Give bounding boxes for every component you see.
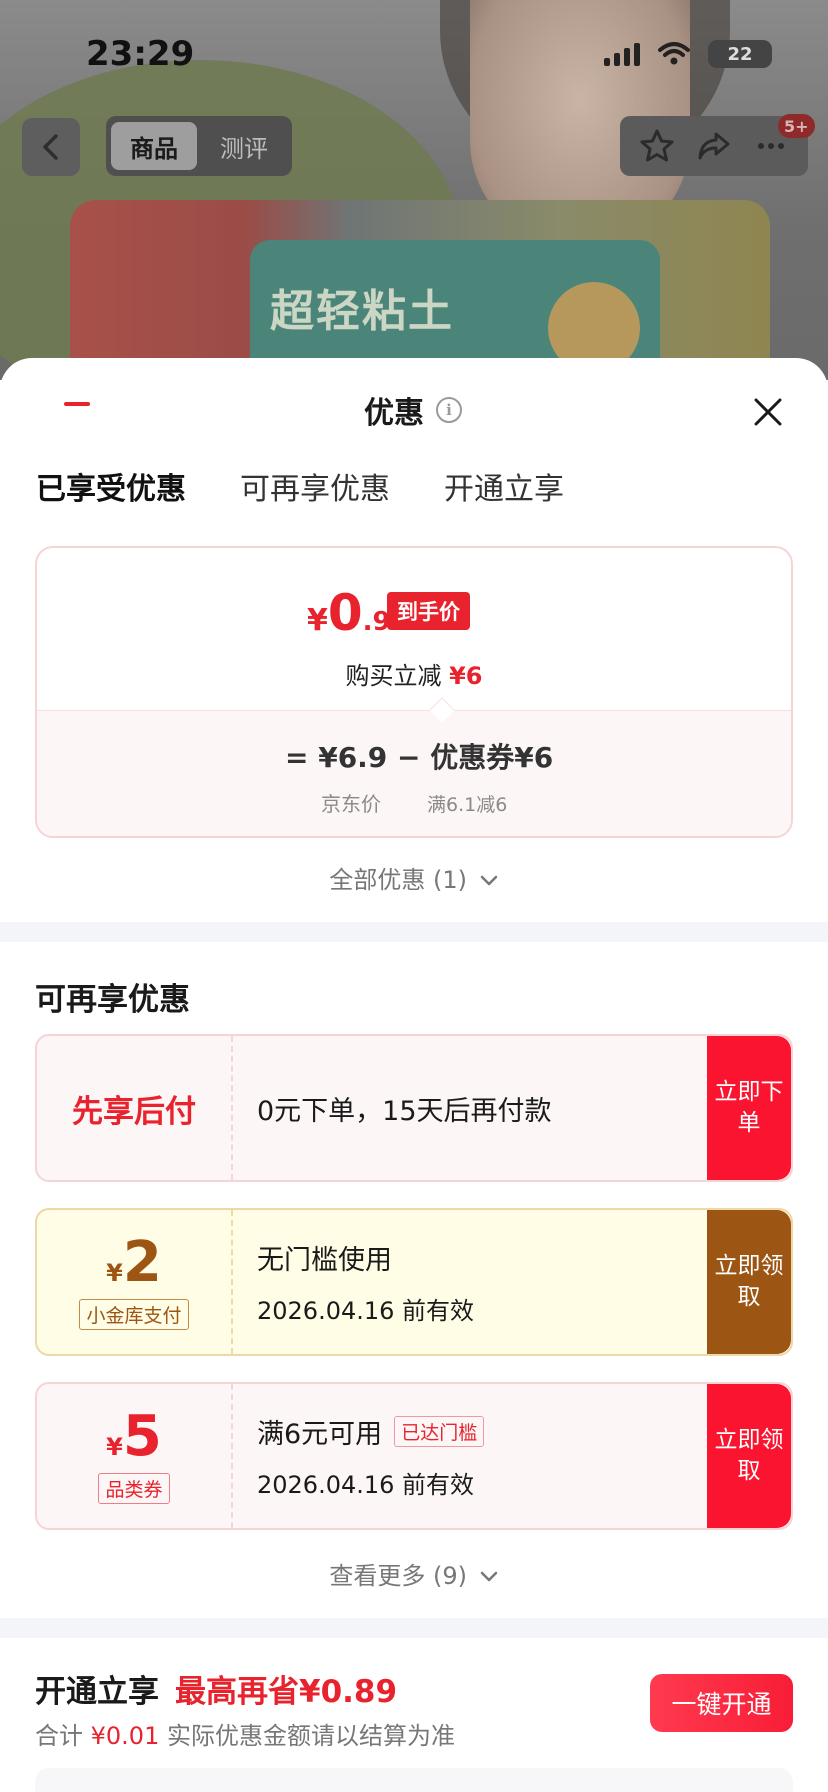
wifi-icon (658, 42, 690, 65)
coupon-type-tag: 小金库支付 (79, 1298, 189, 1330)
close-icon[interactable] (750, 394, 786, 430)
threshold-met-tag: 已达门槛 (394, 1416, 485, 1447)
order-now-button[interactable]: 立即下单 (707, 1036, 791, 1180)
all-offers-toggle[interactable]: 全部优惠 (1) (0, 860, 828, 895)
segment-product[interactable]: 商品 (111, 122, 197, 170)
coupon-expiry: 2026.04.16 前有效 (257, 1471, 475, 1499)
coupon-divider (231, 1036, 233, 1180)
more-offers-title: 可再享优惠 (35, 982, 190, 1018)
total-label: 合计 (35, 1722, 83, 1750)
product-image-area: 超轻粘土 23:29 22 商品 测评 5+ (0, 0, 828, 380)
settlement-note: 实际优惠金额请以结算为准 (167, 1722, 455, 1750)
status-time: 23:29 (86, 34, 195, 74)
jd-price-label: 京东价 (321, 792, 381, 816)
price-formula: = ¥6.9 − 优惠券¥6 (285, 741, 554, 774)
tab-more-offers[interactable]: 可再享优惠 (240, 464, 390, 508)
product-title-art: 超轻粘土 (270, 286, 454, 337)
coupon-value: 5 (122, 1403, 162, 1469)
open-section-header: 开通立享 最高再省¥0.89 (35, 1666, 397, 1711)
coupon-amount: ¥ 5 (106, 1403, 162, 1469)
coupon-details: 无门槛使用 2026.04.16 前有效 (257, 1210, 717, 1354)
final-price: ¥ 0 .9 (307, 584, 391, 642)
see-more-toggle[interactable]: 查看更多 (9) (0, 1556, 828, 1591)
price-currency: ¥ (307, 603, 328, 638)
battery-indicator: 22 (708, 40, 772, 68)
all-offers-label: 全部优惠 (1) (329, 866, 467, 894)
coupon-value: 2 (122, 1229, 162, 1295)
active-tab-indicator (64, 402, 90, 406)
one-click-open-button[interactable]: 一键开通 (650, 1674, 793, 1732)
final-price-tag: 到手价 (387, 592, 470, 630)
open-section-summary: 合计 ¥0.01 实际优惠金额请以结算为准 (35, 1716, 455, 1751)
claim-coupon-button[interactable]: 立即领取 (707, 1210, 791, 1354)
coupon-amount: ¥ 2 (106, 1229, 162, 1295)
share-button[interactable] (692, 124, 736, 168)
back-button[interactable] (22, 118, 80, 176)
coupon-card: ¥ 2 小金库支付 无门槛使用 2026.04.16 前有效 立即领取 (35, 1208, 793, 1356)
coupon-details: 满6元可用 已达门槛 2026.04.16 前有效 (257, 1384, 717, 1528)
product-review-switch: 商品 测评 (106, 116, 292, 176)
coupon-condition-row: 满6元可用 已达门槛 (257, 1412, 717, 1451)
coupon-condition: 满6元可用 (257, 1419, 383, 1450)
bnpl-left: 先享后付 (37, 1036, 231, 1180)
coupon-divider (231, 1384, 233, 1528)
offers-sheet: 优惠 i 已享受优惠 可再享优惠 开通立享 ¥ 0 .9 到手价 购买立减 ¥6… (0, 358, 828, 1792)
max-savings: 最高再省¥0.89 (175, 1674, 398, 1710)
favorite-button[interactable] (635, 124, 679, 168)
instant-discount-label: 购买立减 (345, 662, 442, 690)
instant-discount: 购买立减 ¥6 (37, 656, 791, 691)
chevron-left-icon (43, 134, 58, 160)
signal-icon (604, 42, 640, 66)
total-amount: ¥0.01 (90, 1722, 160, 1750)
coupon-amount-area: ¥ 5 品类券 (37, 1384, 231, 1528)
coupon-expiry: 2026.04.16 前有效 (257, 1297, 475, 1325)
section-divider (0, 922, 828, 942)
see-more-label: 查看更多 (9) (329, 1562, 467, 1590)
coupon-currency: ¥ (106, 1432, 123, 1461)
sheet-title: 优惠 (364, 396, 424, 431)
coupon-divider (231, 1210, 233, 1354)
coupon-card: ¥ 5 品类券 满6元可用 已达门槛 2026.04.16 前有效 立即领取 (35, 1382, 793, 1530)
price-integer: 0 (327, 584, 363, 642)
section-divider (0, 1618, 828, 1638)
segment-review[interactable]: 测评 (201, 122, 287, 170)
chevron-down-icon (480, 1571, 497, 1582)
star-icon (640, 129, 674, 162)
coupon-amount-area: ¥ 2 小金库支付 (37, 1210, 231, 1354)
bnpl-offer-card: 先享后付 0元下单，15天后再付款 立即下单 (35, 1034, 793, 1182)
bnpl-label: 先享后付 (72, 1093, 196, 1130)
instant-discount-amount: ¥6 (449, 662, 483, 690)
info-icon[interactable]: i (436, 397, 462, 423)
claim-coupon-button[interactable]: 立即领取 (707, 1384, 791, 1528)
open-section-title: 开通立享 (35, 1674, 159, 1710)
coupon-condition: 无门槛使用 (257, 1245, 392, 1276)
offer-tabs: 已享受优惠 可再享优惠 开通立享 (36, 464, 564, 508)
final-price-card: ¥ 0 .9 到手价 购买立减 ¥6 = ¥6.9 − 优惠券¥6 京东价 满6… (35, 546, 793, 838)
chevron-down-icon (480, 875, 497, 886)
bnpl-details: 0元下单，15天后再付款 (257, 1036, 717, 1180)
bnpl-description: 0元下单，15天后再付款 (257, 1095, 552, 1127)
coupon-rule-label: 满6.1减6 (427, 794, 508, 816)
coupon-type-tag: 品类券 (98, 1472, 170, 1504)
notification-badge: 5+ (778, 114, 815, 138)
tab-enjoyed[interactable]: 已享受优惠 (36, 464, 186, 508)
coupon-currency: ¥ (106, 1258, 123, 1287)
open-offer-card (35, 1768, 793, 1792)
tab-open-to-enjoy[interactable]: 开通立享 (444, 464, 564, 508)
status-icons: 22 (604, 40, 772, 68)
share-icon (698, 132, 730, 160)
sheet-header: 优惠 i (364, 388, 462, 432)
